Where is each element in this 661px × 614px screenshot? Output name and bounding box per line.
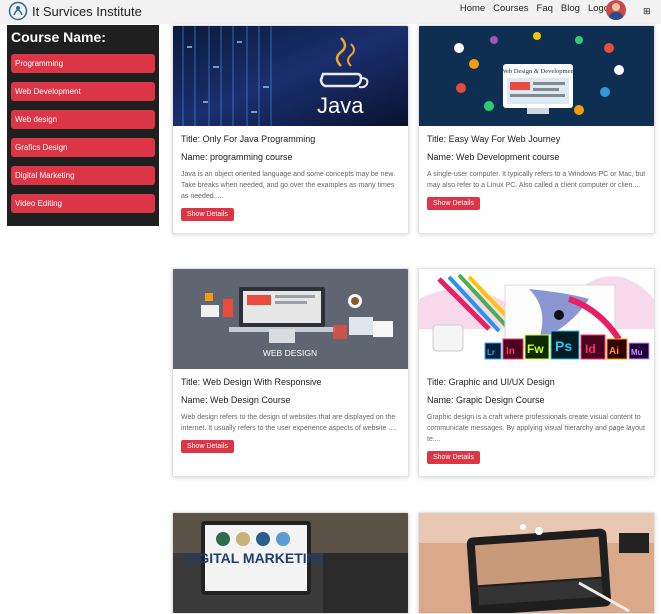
digital-marketing-image-text: DIGITAL MARKETING xyxy=(184,550,327,566)
course-name: Name: programming course xyxy=(181,152,293,162)
grid-icon[interactable]: ⊞ xyxy=(643,6,651,17)
avatar-head xyxy=(612,3,620,11)
course-card: Java Title: Only For Java Programming Na… xyxy=(172,25,409,234)
lr-tile-text: Lr xyxy=(487,348,495,357)
course-name: Name: Web Design Course xyxy=(181,395,291,405)
fw-tile-text: Fw xyxy=(527,342,544,356)
web-dev-image-text: Web Design & Development xyxy=(500,68,575,75)
course-card xyxy=(418,512,655,614)
course-title: Title: Web Design With Responsive xyxy=(181,377,322,387)
course-description: Java is an object oriented language and … xyxy=(181,171,396,200)
card-body: Title: Easy Way For Web Journey Name: We… xyxy=(427,134,647,210)
ps-tile-text: Ps xyxy=(555,338,572,354)
show-details-button[interactable]: Show Details xyxy=(181,208,234,221)
ai-tile-text: Ai xyxy=(609,346,619,357)
sidebar-item-video-editing[interactable]: Video Editing xyxy=(11,194,155,213)
course-card: DIGITAL MARKETING xyxy=(172,512,409,614)
course-name: Name: Web Development course xyxy=(427,152,560,162)
mu-tile-text: Mu xyxy=(631,348,643,357)
course-description: Graphic design is a craft where professi… xyxy=(427,414,645,443)
course-image-graphic-design: Lr In Fw Ps Id Ai Mu xyxy=(419,269,654,369)
course-name: Name: Grapic Design Course xyxy=(427,395,545,405)
course-card: WEB DESIGN Title: Web Design With Respon… xyxy=(172,268,409,477)
sidebar-item-digital-marketing[interactable]: Digital Marketing xyxy=(11,166,155,185)
id-tile-text: Id xyxy=(585,342,596,356)
java-image-text: Java xyxy=(317,93,364,118)
show-details-button[interactable]: Show Details xyxy=(427,451,480,464)
avatar[interactable] xyxy=(606,0,626,20)
course-image-web-development: Web Design & Development xyxy=(419,26,654,126)
sidebar-title: Course Name: xyxy=(11,29,106,45)
course-sidebar: Course Name: Programming Web Development… xyxy=(7,25,159,226)
avatar-body xyxy=(609,12,623,20)
course-image-video-editing xyxy=(419,513,654,613)
course-title: Title: Only For Java Programming xyxy=(181,134,316,144)
sidebar-item-web-development[interactable]: Web Development xyxy=(11,82,155,101)
nav-faq-link[interactable]: Faq xyxy=(537,3,553,14)
course-title: Title: Graphic and UI/UX Design xyxy=(427,377,555,387)
brand-title: It Survices Institute xyxy=(32,3,142,19)
brand[interactable]: It Survices Institute xyxy=(8,0,142,22)
nav-blog-link[interactable]: Blog xyxy=(561,3,580,14)
sidebar-item-web-design[interactable]: Web design xyxy=(11,110,155,129)
nav-courses-link[interactable]: Courses xyxy=(493,3,528,14)
course-image-web-design: WEB DESIGN xyxy=(173,269,408,369)
card-body: Title: Web Design With Responsive Name: … xyxy=(181,377,401,453)
top-navbar: It Survices Institute Home Courses Faq B… xyxy=(0,0,661,24)
course-description: Web design refers to the design of websi… xyxy=(181,414,397,432)
card-body: Title: Graphic and UI/UX Design Name: Gr… xyxy=(427,377,647,464)
sidebar-item-grafics-design[interactable]: Grafics Design xyxy=(11,138,155,157)
course-card: Lr In Fw Ps Id Ai Mu Title: Graphic and … xyxy=(418,268,655,477)
logo-icon xyxy=(8,1,28,21)
sidebar-item-programming[interactable]: Programming xyxy=(11,54,155,73)
show-details-button[interactable]: Show Details xyxy=(427,197,480,210)
course-card: Web Design & Development Title: Easy Way… xyxy=(418,25,655,234)
web-design-image-text: WEB DESIGN xyxy=(263,348,317,358)
nav-links: Home Courses Faq Blog Logout xyxy=(460,3,617,14)
course-description: A single-user computer. It typically ref… xyxy=(427,171,646,189)
show-details-button[interactable]: Show Details xyxy=(181,440,234,453)
course-image-java: Java xyxy=(173,26,408,126)
course-title: Title: Easy Way For Web Journey xyxy=(427,134,561,144)
in-tile-text: In xyxy=(506,346,515,357)
card-body: Title: Only For Java Programming Name: p… xyxy=(181,134,401,221)
nav-home-link[interactable]: Home xyxy=(460,3,485,14)
course-image-digital-marketing: DIGITAL MARKETING xyxy=(173,513,408,613)
